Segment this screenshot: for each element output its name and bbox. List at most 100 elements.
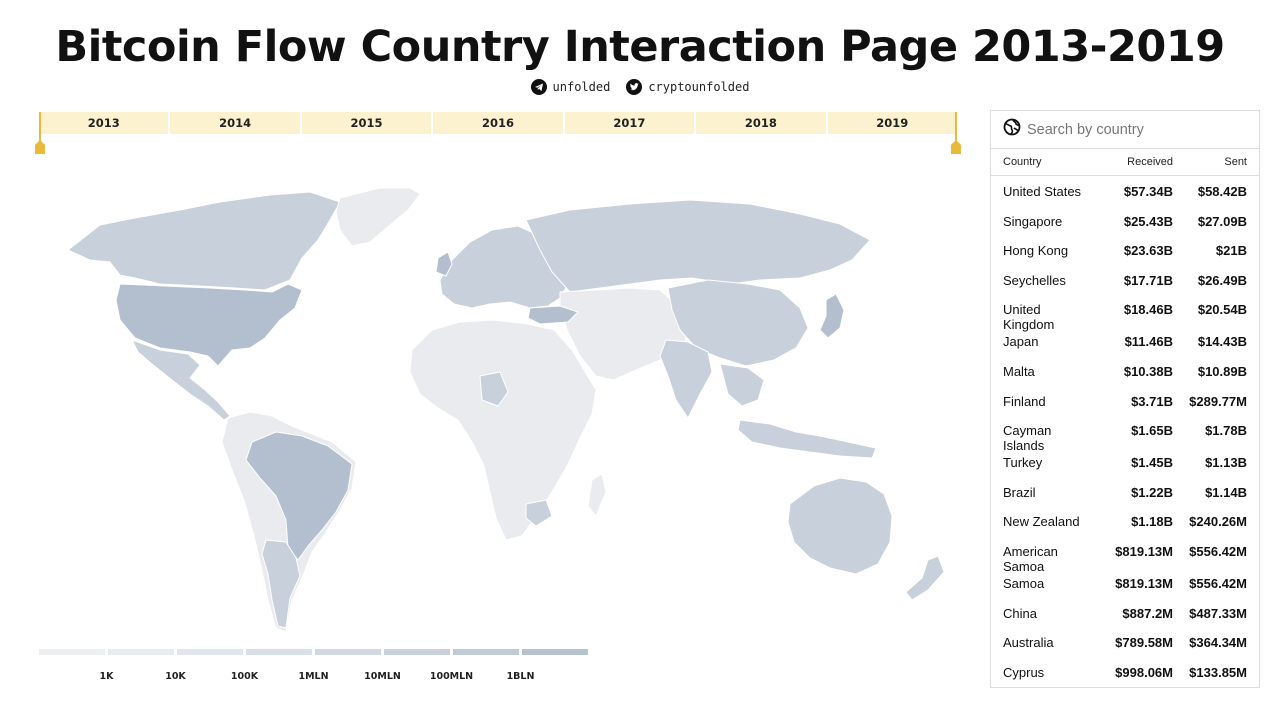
- row-sent: $14.43B: [1197, 334, 1247, 350]
- row-country: Hong Kong: [1003, 243, 1069, 259]
- row-country: Finland: [1003, 393, 1046, 409]
- legend-swatch: [453, 649, 519, 655]
- country-canada: [67, 191, 341, 291]
- header-sent[interactable]: Sent: [1173, 156, 1247, 168]
- table-row[interactable]: Australia $789.58M $364.34M: [991, 633, 1259, 663]
- social-links: unfolded cryptounfolded: [0, 79, 1280, 95]
- row-sent: $289.77M: [1189, 393, 1247, 409]
- row-country: Japan: [1003, 334, 1039, 350]
- legend-swatch: [315, 649, 381, 655]
- table-row[interactable]: Brazil $1.22B $1.14B: [991, 483, 1259, 513]
- row-received: $1.45B: [1131, 455, 1173, 471]
- row-received: $25.43B: [1123, 213, 1173, 229]
- timeline-year[interactable]: 2018: [696, 112, 828, 134]
- country-india: [659, 339, 713, 419]
- legend-label: 1K: [99, 671, 114, 682]
- country-panel: Country Received Sent United States $57.3…: [990, 110, 1260, 688]
- row-country: United Kingdom: [1003, 302, 1055, 333]
- row-received: $18.46B: [1123, 302, 1173, 318]
- row-country: Brazil: [1003, 484, 1036, 500]
- timeline-year[interactable]: 2016: [433, 112, 565, 134]
- row-country: Seychelles: [1003, 272, 1066, 288]
- table-row[interactable]: Finland $3.71B $289.77M: [991, 392, 1259, 422]
- region-africa: [409, 319, 597, 541]
- table-row[interactable]: Seychelles $17.71B $26.49B: [991, 271, 1259, 301]
- country-japan: [819, 293, 845, 339]
- row-received: $1.22B: [1131, 484, 1173, 500]
- row-sent: $1.13B: [1205, 455, 1247, 471]
- legend-label: 10MLN: [364, 671, 401, 682]
- row-received: $57.34B: [1123, 184, 1173, 199]
- row-received: $819.13M: [1115, 575, 1173, 591]
- row-sent: $133.85M: [1189, 664, 1247, 680]
- row-received: $1.65B: [1131, 423, 1173, 439]
- map-legend: 1K 10K 100K 1MLN 10MLN 100MLN 1BLN: [39, 649, 591, 689]
- table-row[interactable]: American Samoa $819.13M $556.42M: [991, 542, 1259, 574]
- world-map[interactable]: [40, 180, 950, 640]
- timeline-year[interactable]: 2015: [301, 112, 434, 134]
- row-country: New Zealand: [1003, 514, 1080, 530]
- country-list[interactable]: United States $57.34B $58.42B Singapore $25.…: [991, 176, 1259, 687]
- timeline-end-handle[interactable]: [951, 112, 961, 154]
- row-country: China: [1003, 605, 1037, 621]
- timeline-year[interactable]: 2014: [170, 112, 302, 134]
- table-row[interactable]: New Zealand $1.18B $240.26M: [991, 512, 1259, 542]
- twitter-icon[interactable]: [626, 79, 643, 95]
- table-row[interactable]: Hong Kong $23.63B $21B: [991, 241, 1259, 271]
- row-received: $998.06M: [1115, 664, 1173, 680]
- row-received: $789.58M: [1115, 635, 1173, 651]
- row-country: Malta: [1003, 363, 1035, 379]
- timeline-year[interactable]: 2017: [564, 112, 697, 134]
- table-row[interactable]: Cayman Islands $1.65B $1.78B: [991, 421, 1259, 453]
- search-input[interactable]: [1027, 121, 1247, 138]
- timeline-years: 2013 2014 2015 2016 2017 2018 2019: [39, 112, 957, 134]
- page-title: Bitcoin Flow Country Interaction Page 20…: [55, 22, 1225, 72]
- table-row[interactable]: United Kingdom $18.46B $20.54B: [991, 300, 1259, 332]
- legend-label: 1MLN: [298, 671, 329, 682]
- timeline-start-handle[interactable]: [35, 112, 45, 154]
- country-madagascar: [587, 473, 607, 517]
- timeline-year[interactable]: 2013: [39, 112, 171, 134]
- row-received: $17.71B: [1123, 272, 1173, 288]
- timeline-year[interactable]: 2019: [827, 112, 957, 134]
- legend-label: 100K: [230, 671, 259, 682]
- telegram-icon[interactable]: [530, 79, 547, 95]
- row-country: Singapore: [1003, 213, 1063, 229]
- row-country: Australia: [1003, 635, 1054, 651]
- country-new-zealand: [905, 555, 945, 601]
- row-sent: $556.42M: [1189, 543, 1247, 559]
- row-country: Cyprus: [1003, 664, 1045, 680]
- table-row[interactable]: Malta $10.38B $10.89B: [991, 362, 1259, 392]
- row-received: $1.18B: [1131, 514, 1173, 530]
- legend-label: 10K: [165, 671, 186, 682]
- row-sent: $21B: [1215, 243, 1247, 259]
- twitter-handle[interactable]: cryptounfolded: [648, 80, 749, 94]
- telegram-handle[interactable]: unfolded: [553, 80, 611, 94]
- row-country: Turkey: [1003, 455, 1043, 471]
- region-southeast-asia: [719, 363, 765, 407]
- table-header: Country Received Sent: [991, 149, 1259, 176]
- legend-label: 100MLN: [429, 671, 474, 682]
- table-row[interactable]: Singapore $25.43B $27.09B: [991, 212, 1259, 242]
- row-sent: $556.42M: [1189, 575, 1247, 591]
- table-row[interactable]: United States $57.34B $58.42B: [991, 182, 1259, 212]
- row-sent: $26.49B: [1197, 272, 1247, 288]
- row-received: $10.38B: [1123, 363, 1173, 379]
- row-country: United States: [1003, 184, 1082, 199]
- table-row[interactable]: China $887.2M $487.33M: [991, 604, 1259, 634]
- region-indonesia: [737, 419, 877, 459]
- row-sent: $10.89B: [1197, 363, 1247, 379]
- table-row[interactable]: Samoa $819.13M $556.42M: [991, 574, 1259, 604]
- table-row[interactable]: Cyprus $998.06M $133.85M: [991, 663, 1259, 687]
- country-greenland: [335, 187, 421, 247]
- year-timeline[interactable]: 2013 2014 2015 2016 2017 2018 2019: [35, 112, 961, 154]
- row-country: American Samoa: [1003, 543, 1058, 574]
- header-received[interactable]: Received: [1099, 156, 1173, 168]
- country-search[interactable]: [991, 111, 1259, 149]
- row-received: $11.46B: [1124, 334, 1173, 350]
- header-country[interactable]: Country: [1003, 156, 1099, 168]
- table-row[interactable]: Japan $11.46B $14.43B: [991, 332, 1259, 362]
- table-row[interactable]: Turkey $1.45B $1.13B: [991, 453, 1259, 483]
- row-sent: $20.54B: [1197, 302, 1247, 318]
- legend-swatch: [108, 649, 174, 655]
